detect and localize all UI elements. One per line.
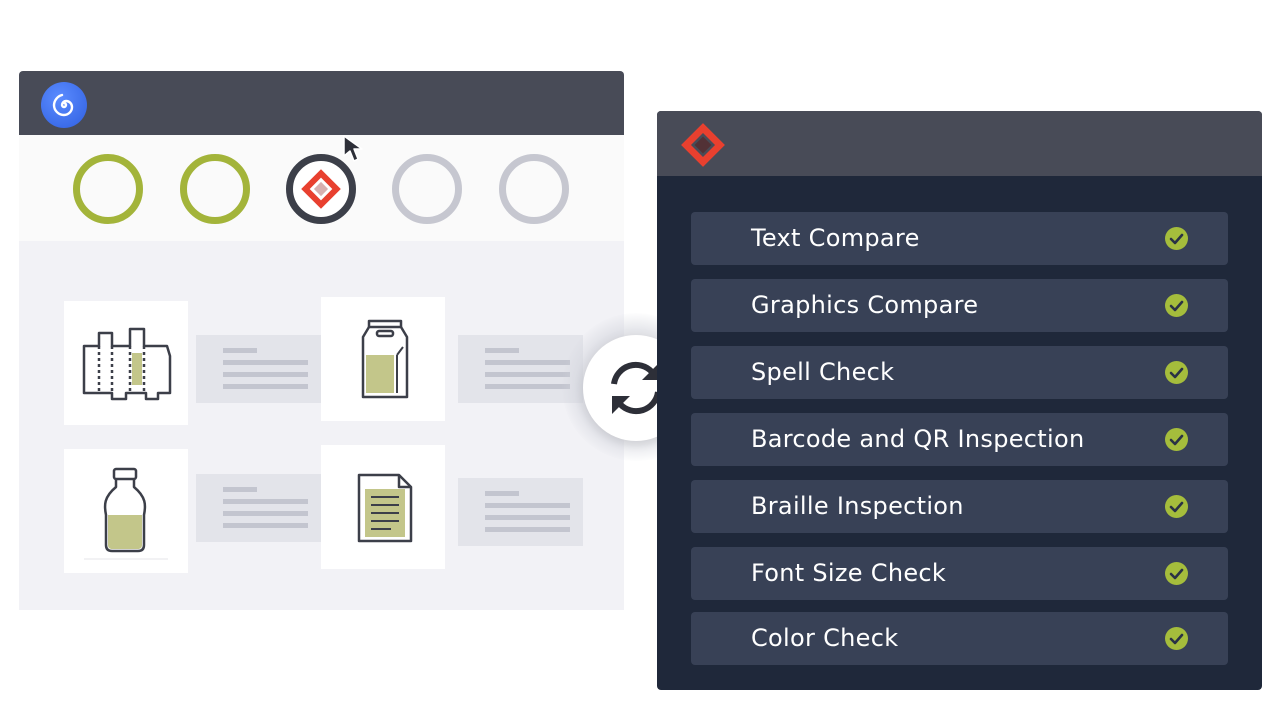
check-row[interactable]: Barcode and QR Inspection — [691, 413, 1228, 466]
check-circle-icon — [1165, 495, 1188, 518]
project-window — [19, 71, 624, 610]
check-circle-icon — [1165, 627, 1188, 650]
check-label: Spell Check — [751, 358, 895, 386]
check-label: Barcode and QR Inspection — [751, 425, 1085, 453]
workflow-step-4[interactable] — [392, 154, 462, 224]
workflow-steps — [19, 135, 624, 241]
check-circle-icon — [1165, 562, 1188, 585]
check-label: Font Size Check — [751, 559, 947, 587]
artwork-card-bottle[interactable] — [64, 449, 188, 573]
spiral-logo-icon[interactable] — [41, 82, 87, 128]
box-dieline-icon — [82, 327, 172, 401]
workflow-step-3[interactable] — [286, 154, 356, 224]
artwork-details-1 — [196, 335, 321, 403]
project-window-titlebar — [19, 71, 624, 135]
check-row[interactable]: Font Size Check — [691, 547, 1228, 600]
artwork-card-document[interactable] — [321, 445, 445, 569]
check-row[interactable]: Text Compare — [691, 212, 1228, 265]
diamond-logo-icon[interactable] — [681, 123, 725, 167]
check-label: Graphics Compare — [751, 291, 979, 319]
artwork-card-box[interactable] — [64, 301, 188, 425]
check-circle-icon — [1165, 428, 1188, 451]
workflow-step-2[interactable] — [180, 154, 250, 224]
workflow-step-1[interactable] — [73, 154, 143, 224]
check-circle-icon — [1165, 227, 1188, 250]
bag-package-icon — [361, 319, 409, 399]
check-circle-icon — [1165, 294, 1188, 317]
check-row[interactable]: Graphics Compare — [691, 279, 1228, 332]
check-label: Braille Inspection — [751, 492, 964, 520]
inspection-window: Text Compare Graphics Compare Spell Check B… — [657, 111, 1262, 690]
artwork-card-bag[interactable] — [321, 297, 445, 421]
check-row[interactable]: Braille Inspection — [691, 480, 1228, 533]
workflow-step-5[interactable] — [499, 154, 569, 224]
check-label: Color Check — [751, 624, 899, 652]
check-row[interactable]: Spell Check — [691, 346, 1228, 399]
inspection-window-titlebar — [657, 111, 1262, 176]
mouse-cursor-icon — [343, 135, 363, 162]
document-icon — [357, 473, 413, 543]
artwork-details-4 — [458, 478, 583, 546]
bottle-icon — [84, 467, 168, 560]
check-row[interactable]: Color Check — [691, 612, 1228, 665]
check-label: Text Compare — [751, 224, 920, 252]
artwork-details-3 — [196, 474, 321, 542]
check-circle-icon — [1165, 361, 1188, 384]
diamond-logo-icon — [301, 169, 341, 209]
